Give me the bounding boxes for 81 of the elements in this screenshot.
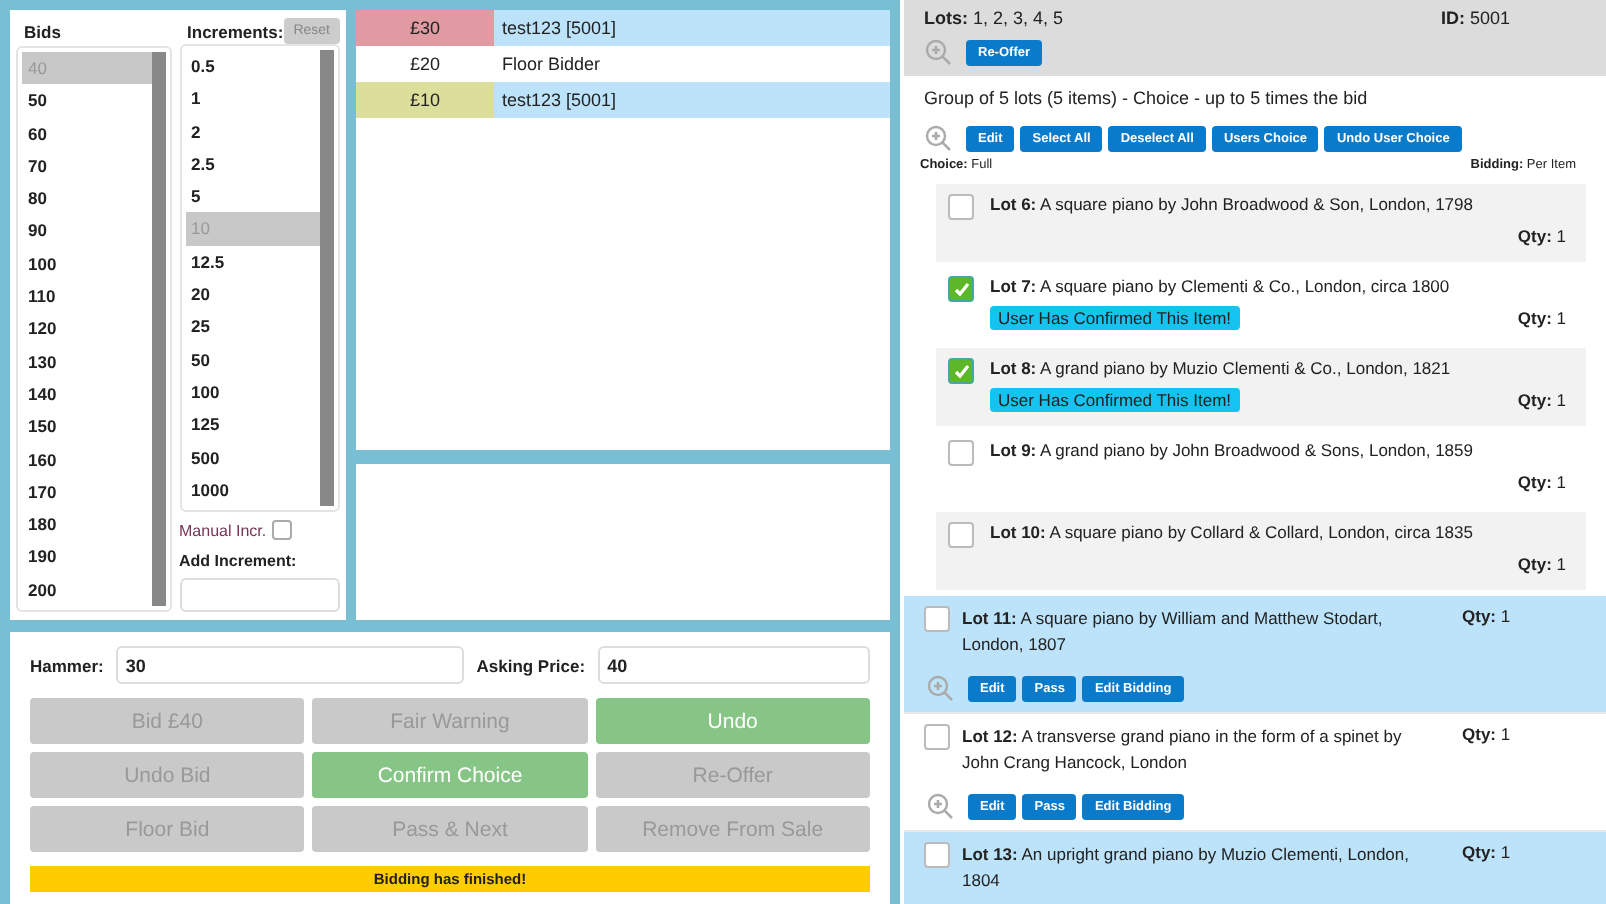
list-item[interactable]: 50 [185,343,320,376]
lot-checkbox[interactable] [948,358,974,384]
quantity-text: Qty: 1 [1517,472,1566,492]
list-item[interactable]: 160 [22,443,152,476]
bids-label: Bids [24,21,61,42]
list-item[interactable]: 190 [22,540,152,574]
list-item[interactable]: 25 [185,310,320,344]
list-item[interactable]: 50 [22,84,152,118]
zoom-in-icon[interactable] [924,124,952,152]
quantity-text: Qty: 1 [1462,606,1513,630]
list-item[interactable]: 20 [185,278,320,311]
lot-description: Lot 13: An upright grand piano by Muzio Clementi, London, 1804 [962,842,1411,894]
list-item[interactable]: 5 [185,180,320,213]
list-item[interactable]: 200 [22,573,152,606]
lot-checkbox[interactable] [924,842,950,868]
bid-amount: £10 [356,82,494,118]
check-icon [953,363,969,379]
list-item[interactable]: 60 [22,117,152,150]
scrollbar[interactable] [320,50,334,507]
list-item[interactable]: 100 [22,247,152,281]
bidder-name: Floor Bidder [500,52,603,78]
lot-checkbox[interactable] [948,440,974,466]
list-item[interactable]: 130 [22,345,152,378]
quantity-text: Qty: 1 [1517,308,1566,328]
quantity-text: Qty: 1 [1462,842,1513,866]
lot-description: Lot 6: A square piano by John Broadwood & Son, London, 1798 [990,194,1475,214]
list-item[interactable]: 100 [185,375,320,409]
bid-amount: £30 [356,10,494,46]
lots-text: Lots: 1, 2, 3, 4, 5 [924,6,1064,32]
zoom-in-icon[interactable] [926,674,954,702]
manual-increment-label: Manual Incr. [179,521,267,540]
asking-price-field[interactable]: 40 [597,646,870,684]
list-item[interactable]: 120 [22,312,152,346]
lot-checkbox[interactable] [924,724,950,750]
zoom-in-icon[interactable] [924,38,952,66]
quantity-text: Qty: 1 [1462,724,1513,748]
lot-description: Lot 9: A grand piano by John Broadwood & Sons, London, 1859 [990,440,1475,460]
bidder-name: test123 [5001] [494,10,890,46]
confirmed-badge: User Has Confirmed This Item! [990,388,1240,412]
quantity-text: Qty: 1 [1517,554,1566,574]
list-item[interactable]: 150 [22,410,152,444]
lot-checkbox[interactable] [948,522,974,548]
asking-price-label: Asking Price: [476,655,586,675]
id-text: ID: 5001 [1440,6,1510,32]
lot-description: Lot 12: A transverse grand piano in the form of a spinet by John Crang Hancock, London [962,724,1404,776]
lot-description: Lot 8: A grand piano by Muzio Clementi & Co., London, 1821 [990,358,1453,378]
list-item[interactable]: 500 [185,441,320,474]
lot-checkbox[interactable] [948,194,974,220]
increments-label: Increments: [187,21,284,41]
check-icon [953,281,969,297]
add-increment-label: Add Increment: [179,552,299,571]
quantity-text: Qty: 1 [1517,226,1566,246]
list-item[interactable]: 110 [22,280,152,313]
confirmed-badge: User Has Confirmed This Item! [990,306,1240,330]
list-item[interactable]: 170 [22,475,152,509]
list-item[interactable]: 1000 [185,473,320,507]
lot-checkbox[interactable] [948,276,974,302]
list-item[interactable]: 2.5 [185,147,320,181]
list-item[interactable]: 80 [22,182,152,215]
hammer-label: Hammer: [30,655,104,675]
list-item[interactable]: 180 [22,508,152,541]
hammer-field[interactable]: 30 [115,646,465,684]
bidder-name: test123 [5001] [494,82,890,118]
add-increment-field[interactable] [179,578,340,612]
lot-description: Lot 11: A square piano by William and Matthew Stodart, London, 1807 [962,606,1385,658]
scrollbar[interactable] [151,51,166,606]
quantity-text: Qty: 1 [1517,390,1566,410]
list-item[interactable]: 12.5 [185,245,320,279]
list-item[interactable]: 1 [185,82,320,116]
list-item[interactable]: 70 [22,149,152,183]
lot-description: Lot 7: A square piano by Clementi & Co., London, circa 1800 [990,276,1452,296]
lot-checkbox[interactable] [924,606,950,632]
lot-description: Lot 10: A square piano by Collard & Collard, London, circa 1835 [990,522,1475,542]
zoom-in-icon[interactable] [926,792,954,820]
list-item[interactable]: 125 [185,408,320,442]
list-item[interactable]: 2 [185,115,320,148]
list-item[interactable]: 90 [22,214,152,248]
list-item[interactable]: 140 [22,377,152,411]
manual-increment-checkbox[interactable] [272,520,293,541]
group-title: Group of 5 lots (5 items) - Choice - up to 5 times the bid [924,88,1370,108]
list-item[interactable]: 0.5 [185,50,320,83]
